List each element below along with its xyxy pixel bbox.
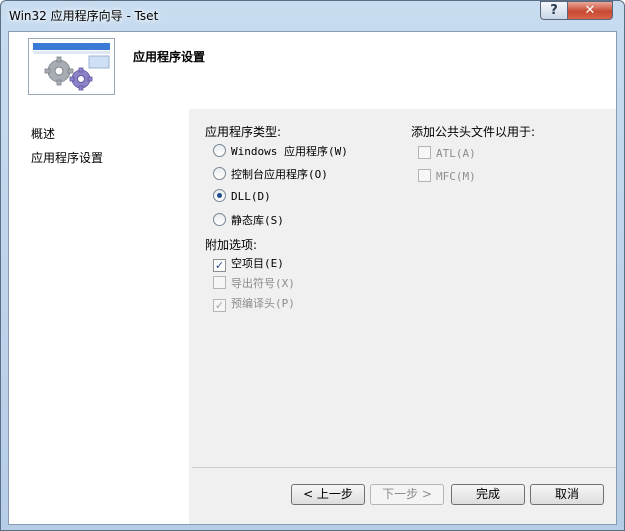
checkbox-label: 空项目(E) — [231, 257, 284, 270]
checkbox-unchecked — [418, 169, 431, 182]
window-title: Win32 应用程序向导 - Tset — [9, 9, 159, 23]
checkbox-label: MFC(M) — [436, 170, 476, 183]
additional-options-heading: 附加选项: — [205, 238, 258, 252]
radio-indicator — [213, 144, 226, 157]
checkbox-unchecked — [418, 146, 431, 159]
finish-button[interactable]: 完成 — [451, 484, 525, 505]
radio-label: DLL(D) — [231, 190, 271, 203]
checkbox-mfc[interactable]: MFC(M) — [418, 169, 476, 183]
radio-label: 静态库(S) — [231, 214, 284, 227]
checkbox-label: ATL(A) — [436, 147, 476, 160]
checkbox-label: 预编译头(P) — [231, 297, 295, 310]
checkbox-export-symbols[interactable]: 导出符号(X) — [213, 275, 295, 291]
wizard-nav: 概述 应用程序设置 — [9, 109, 189, 524]
radio-indicator — [213, 213, 226, 226]
radio-windows-app[interactable]: Windows 应用程序(W) — [213, 143, 348, 159]
radio-static-lib[interactable]: 静态库(S) — [213, 212, 284, 228]
checkbox-checked: ✓ — [213, 259, 226, 272]
help-button[interactable]: ? — [540, 1, 568, 20]
wizard-window: Win32 应用程序向导 - Tset ? ✕ 应用程序设置 概述 应用程序设置… — [0, 0, 625, 531]
close-button[interactable]: ✕ — [567, 1, 613, 20]
radio-label: 控制台应用程序(O) — [231, 168, 328, 181]
checkbox-label: 导出符号(X) — [231, 277, 295, 290]
wizard-header: 应用程序设置 — [9, 32, 616, 109]
radio-indicator-selected — [213, 189, 226, 202]
app-type-heading: 应用程序类型: — [205, 125, 282, 139]
cancel-button[interactable]: 取消 — [530, 484, 604, 505]
wizard-client-area: 应用程序设置 概述 应用程序设置 应用程序类型: Windows 应用程序(W)… — [8, 31, 617, 525]
checkbox-unchecked — [213, 276, 226, 289]
page-title: 应用程序设置 — [133, 50, 206, 64]
settings-panel: 应用程序类型: Windows 应用程序(W) 控制台应用程序(O) DLL(D… — [192, 109, 616, 462]
radio-dll[interactable]: DLL(D) — [213, 189, 271, 203]
checkbox-atl[interactable]: ATL(A) — [418, 146, 476, 160]
prev-button[interactable]: < 上一步 — [291, 484, 365, 505]
checkbox-empty-project[interactable]: ✓ 空项目(E) — [213, 255, 284, 272]
common-headers-heading: 添加公共头文件以用于: — [411, 125, 536, 139]
nav-item-app-settings[interactable]: 应用程序设置 — [31, 149, 103, 166]
checkbox-precompiled-header[interactable]: ✓ 预编译头(P) — [213, 295, 295, 312]
radio-console-app[interactable]: 控制台应用程序(O) — [213, 166, 328, 182]
gears-icon — [28, 38, 115, 95]
radio-indicator — [213, 167, 226, 180]
radio-label: Windows 应用程序(W) — [231, 145, 348, 158]
nav-item-overview[interactable]: 概述 — [31, 125, 55, 142]
title-bar[interactable]: Win32 应用程序向导 - Tset ? ✕ — [1, 1, 624, 31]
checkbox-checked: ✓ — [213, 299, 226, 312]
footer-divider — [192, 467, 616, 468]
next-button[interactable]: 下一步 > — [370, 484, 444, 505]
